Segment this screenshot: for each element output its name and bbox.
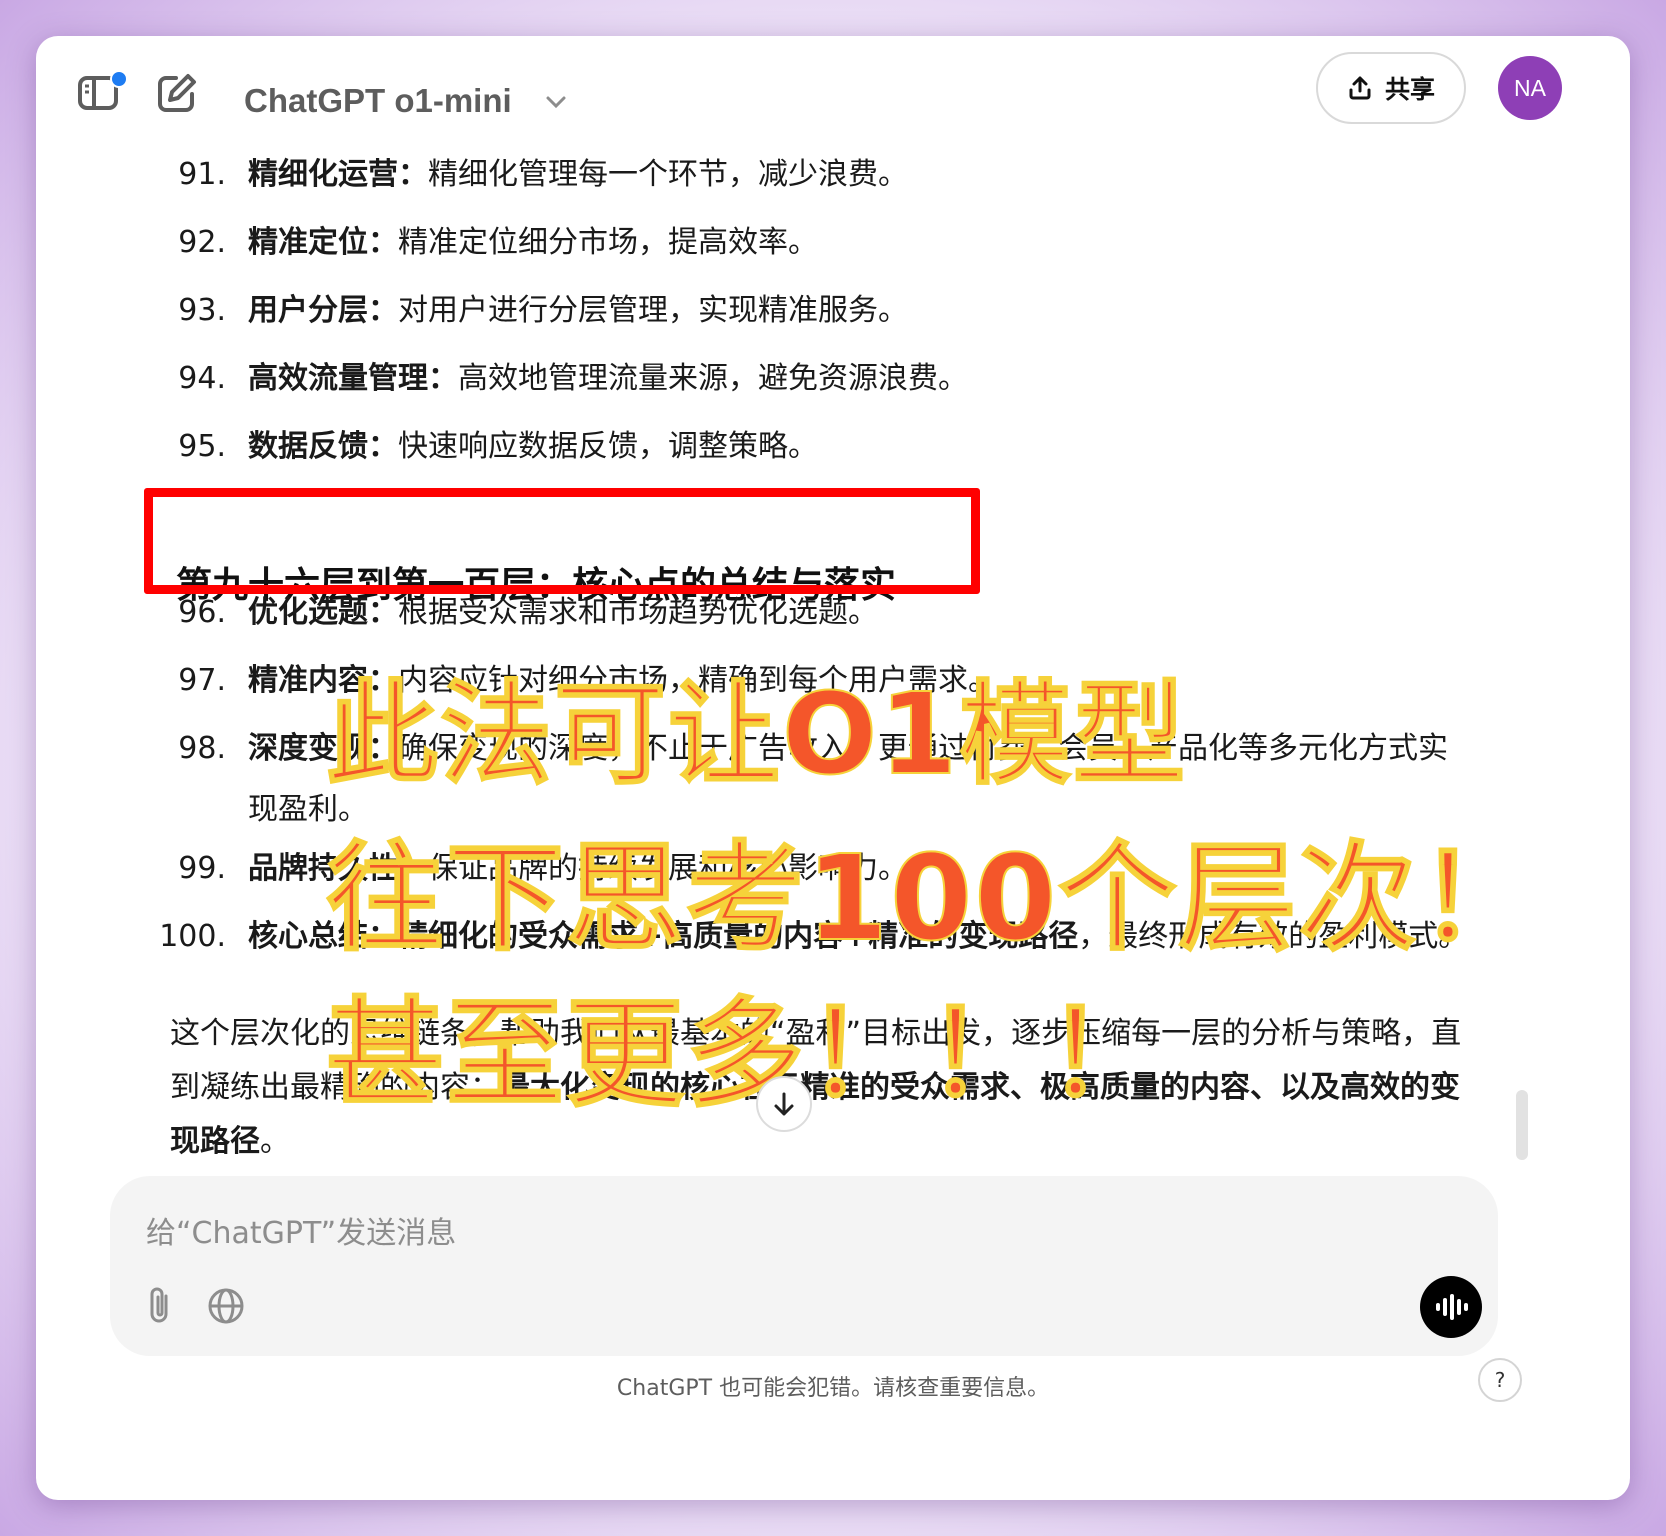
- share-icon: [1349, 76, 1371, 100]
- chevron-down-icon[interactable]: [544, 92, 568, 112]
- scroll-to-bottom-button[interactable]: [756, 1076, 812, 1132]
- share-label: 共享: [1384, 75, 1435, 104]
- voice-icon: [1436, 1294, 1468, 1320]
- notification-dot: [110, 70, 128, 88]
- arrow-down-icon: [774, 1092, 794, 1116]
- item-title: 数据反馈：: [248, 429, 398, 464]
- summary-line: 现路径。: [170, 1116, 290, 1160]
- item-title: 用户分层：: [248, 293, 398, 328]
- item-number: 93.: [178, 293, 226, 328]
- item-number: 98.: [178, 731, 226, 766]
- share-button[interactable]: 共享: [1316, 52, 1466, 124]
- summary-bold: 现路径: [170, 1124, 260, 1159]
- item-number: 95.: [178, 429, 226, 464]
- item-title: 精细化运营：: [248, 157, 428, 192]
- item-number: 94.: [178, 361, 226, 396]
- item-text: 对用户进行分层管理，实现精准服务。: [398, 293, 908, 328]
- summary-text: 。: [260, 1124, 290, 1159]
- item-number: 99.: [178, 851, 226, 886]
- scrollbar[interactable]: [1516, 1090, 1528, 1160]
- item-title: 高效流量管理：: [248, 361, 458, 396]
- globe-icon[interactable]: [206, 1286, 246, 1326]
- overlay-caption-line-2: 往下思考100个层次！: [325, 828, 1539, 968]
- item-title: 精准定位：: [248, 225, 398, 260]
- item-number: 100.: [159, 919, 226, 954]
- disclaimer-text: ChatGPT 也可能会犯错。请核查重要信息。: [616, 1376, 1050, 1401]
- item-number: 97.: [178, 663, 226, 698]
- message-composer[interactable]: 给“ChatGPT”发送消息: [110, 1176, 1498, 1356]
- item-text: 快速响应数据反馈，调整策略。: [398, 429, 818, 464]
- message-input[interactable]: 给“ChatGPT”发送消息: [146, 1208, 456, 1252]
- overlay-caption-line-3: 甚至更多！！！: [325, 984, 1167, 1124]
- highlight-box: [144, 488, 980, 594]
- model-selector[interactable]: ChatGPT o1-mini: [244, 82, 512, 120]
- overlay-caption-line-1: 此法可让O1模型: [325, 669, 1188, 801]
- paperclip-icon[interactable]: [142, 1284, 178, 1328]
- item-title: 优化选题：: [248, 595, 398, 630]
- voice-mode-button[interactable]: [1420, 1276, 1482, 1338]
- item-number: 91.: [178, 157, 226, 192]
- item-text: 精准定位细分市场，提高效率。: [398, 225, 818, 260]
- item-number: 96.: [178, 595, 226, 630]
- avatar[interactable]: NA: [1498, 56, 1562, 120]
- item-number: 92.: [178, 225, 226, 260]
- item-text: 根据受众需求和市场趋势优化选题。: [398, 595, 878, 630]
- new-chat-icon[interactable]: [154, 70, 200, 116]
- item-text: 高效地管理流量来源，避免资源浪费。: [458, 361, 968, 396]
- item-text: 精细化管理每一个环节，减少浪费。: [428, 157, 908, 192]
- chat-window: ChatGPT o1-mini 共享 NA 91. 精细化运营：精细化管理每一个…: [36, 36, 1630, 1500]
- help-button[interactable]: ?: [1478, 1358, 1522, 1402]
